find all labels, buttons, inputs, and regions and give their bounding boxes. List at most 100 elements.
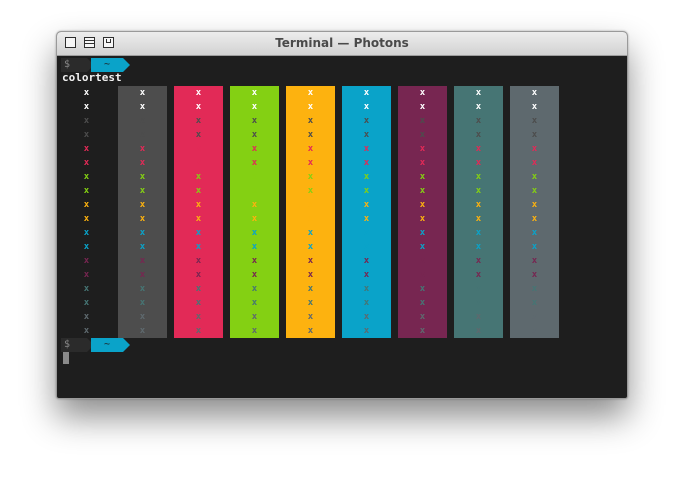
color-sample-teal: x (195, 284, 202, 294)
color-sample-purple: x (307, 256, 314, 266)
color-sample-slate: x (419, 312, 426, 322)
color-sample-gray: x (475, 116, 482, 126)
color-sample-green: x (363, 186, 370, 196)
color-sample-purple: x (419, 270, 426, 280)
color-sample-orange: x (195, 200, 202, 210)
color-sample-teal: x (307, 284, 314, 294)
color-sample-green: x (419, 186, 426, 196)
color-sample-purple: x (307, 270, 314, 280)
color-sample-pink: x (307, 158, 314, 168)
color-sample-orange: x (195, 214, 202, 224)
color-sample-green: x (531, 186, 538, 196)
color-sample-green: x (531, 172, 538, 182)
color-sample-gray: x (363, 130, 370, 140)
color-sample-slate: x (83, 312, 90, 322)
color-sample-slate: x (475, 312, 482, 322)
color-sample-teal: x (531, 298, 538, 308)
color-sample-purple: x (419, 256, 426, 266)
color-sample-green: x (195, 172, 202, 182)
color-sample-orange: x (251, 200, 258, 210)
color-sample-gray: x (419, 116, 426, 126)
swatch-column-pink: xxxxxxxxxxxxxxxxxx (174, 86, 223, 338)
color-sample-white: x (83, 102, 90, 112)
color-sample-white: x (531, 88, 538, 98)
color-sample-teal: x (251, 298, 258, 308)
color-sample-pink: x (83, 158, 90, 168)
color-sample-white: x (419, 88, 426, 98)
color-sample-green: x (307, 186, 314, 196)
color-sample-teal: x (251, 284, 258, 294)
color-sample-pink: x (139, 158, 146, 168)
prompt-path-segment: ~ (91, 58, 130, 72)
color-sample-slate: x (363, 326, 370, 336)
color-sample-cyan: x (363, 228, 370, 238)
color-sample-teal: x (307, 298, 314, 308)
color-sample-purple: x (531, 256, 538, 266)
color-sample-gray: x (251, 130, 258, 140)
color-sample-gray: x (195, 116, 202, 126)
color-sample-green: x (307, 172, 314, 182)
color-sample-orange: x (251, 214, 258, 224)
color-sample-white: x (531, 102, 538, 112)
color-sample-cyan: x (475, 242, 482, 252)
color-sample-white: x (307, 102, 314, 112)
color-sample-slate: x (139, 312, 146, 322)
color-sample-teal: x (419, 298, 426, 308)
color-sample-orange: x (531, 214, 538, 224)
color-sample-slate: x (139, 326, 146, 336)
color-sample-purple: x (363, 270, 370, 280)
color-sample-green: x (251, 186, 258, 196)
color-sample-green: x (363, 172, 370, 182)
color-sample-teal: x (83, 284, 90, 294)
color-sample-pink: x (363, 144, 370, 154)
color-sample-purple: x (531, 270, 538, 280)
color-sample-orange: x (363, 214, 370, 224)
color-sample-purple: x (251, 270, 258, 280)
color-sample-slate: x (195, 326, 202, 336)
color-sample-pink: x (475, 144, 482, 154)
color-sample-gray: x (307, 130, 314, 140)
color-sample-white: x (251, 102, 258, 112)
color-sample-slate: x (531, 326, 538, 336)
color-sample-teal: x (363, 298, 370, 308)
color-sample-orange: x (307, 200, 314, 210)
color-sample-gray: x (195, 130, 202, 140)
color-sample-gray: x (363, 116, 370, 126)
prompt-dollar-segment: $ (61, 338, 94, 352)
swatch-column-cyan: xxxxxxxxxxxxxxxxxx (342, 86, 391, 338)
terminal-content[interactable]: $ ~ colortest xxxxxxxxxxxxxxxxxxxxxxxxxx… (57, 56, 627, 398)
color-sample-green: x (251, 172, 258, 182)
color-sample-slate: x (307, 326, 314, 336)
color-sample-pink: x (363, 158, 370, 168)
title-bar: Terminal — Photons (57, 32, 627, 56)
color-sample-purple: x (83, 270, 90, 280)
color-sample-cyan: x (475, 228, 482, 238)
color-sample-white: x (363, 88, 370, 98)
color-sample-slate: x (363, 312, 370, 322)
color-sample-green: x (475, 172, 482, 182)
command-text: colortest (62, 71, 122, 84)
color-sample-gray: x (139, 130, 146, 140)
color-sample-white: x (419, 102, 426, 112)
swatch-column-gray: xxxxxxxxxxxxxxxxxx (118, 86, 167, 338)
color-sample-cyan: x (83, 242, 90, 252)
color-sample-cyan: x (419, 228, 426, 238)
window-title: Terminal — Photons (275, 36, 409, 50)
color-sample-purple: x (83, 256, 90, 266)
color-sample-slate: x (475, 326, 482, 336)
color-sample-green: x (195, 186, 202, 196)
color-sample-gray: x (531, 130, 538, 140)
color-sample-cyan: x (531, 228, 538, 238)
color-sample-orange: x (475, 200, 482, 210)
color-sample-white: x (195, 102, 202, 112)
color-sample-gray: x (83, 116, 90, 126)
color-sample-gray: x (419, 130, 426, 140)
color-sample-gray: x (531, 116, 538, 126)
color-sample-orange: x (139, 200, 146, 210)
color-sample-slate: x (195, 312, 202, 322)
color-sample-pink: x (475, 158, 482, 168)
swatch-column-teal: xxxxxxxxxxxxxxxxxx (454, 86, 503, 338)
color-sample-white: x (475, 102, 482, 112)
color-sample-green: x (139, 172, 146, 182)
color-sample-purple: x (195, 256, 202, 266)
